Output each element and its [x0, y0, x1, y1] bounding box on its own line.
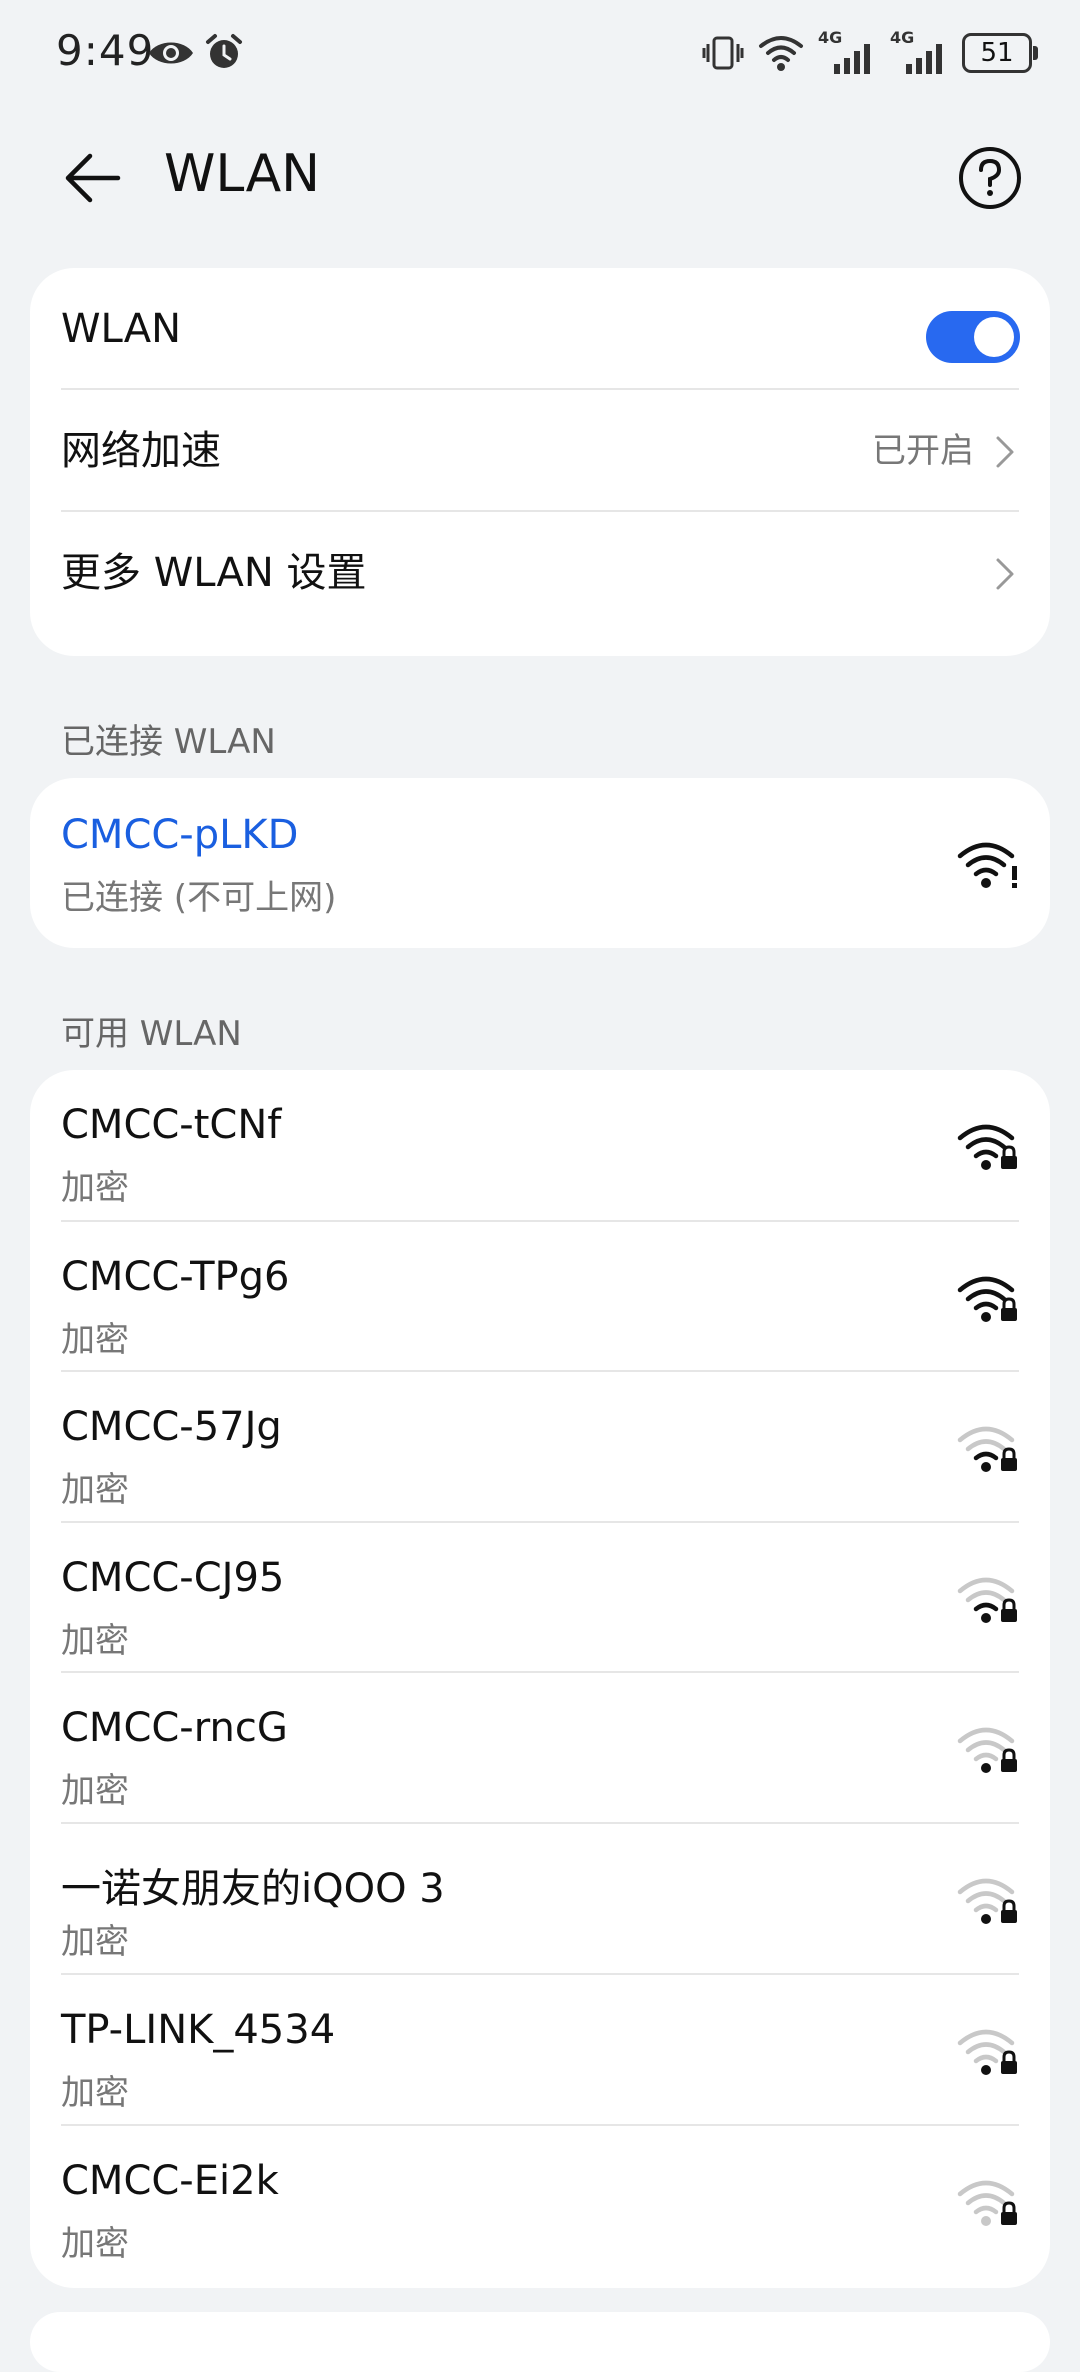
network-security: 加密: [61, 1320, 129, 1360]
wifi-status-icon: [759, 36, 803, 71]
connected-network-name: CMCC-pLKD: [61, 812, 299, 858]
status-time: 9:49: [56, 26, 155, 75]
chevron-right-icon: [996, 436, 1014, 468]
wifi-locked-icon: [957, 1727, 1017, 1773]
wifi-locked-icon: [957, 1577, 1017, 1623]
network-security: 加密: [61, 2224, 129, 2264]
network-security: 加密: [61, 1470, 129, 1510]
available-networks-card: CMCC-tCNf 加密 CMCC-TPg6 加密 CMCC-57Jg 加密 C…: [30, 1070, 1050, 2288]
connected-network-row[interactable]: CMCC-pLKD 已连接 (不可上网): [30, 778, 1050, 948]
network-security: 加密: [61, 1771, 129, 1811]
network-list-item[interactable]: CMCC-rncG 加密: [30, 1673, 1050, 1824]
network-acceleration-row[interactable]: 网络加速 已开启: [30, 390, 1050, 512]
toggle-knob: [974, 317, 1014, 357]
network-acceleration-label: 网络加速: [61, 428, 221, 474]
chevron-right-icon: [996, 558, 1014, 590]
network-name: CMCC-TPg6: [61, 1254, 290, 1300]
arrow-left-icon[interactable]: [56, 140, 132, 216]
cellular-signal-2: 4G: [890, 28, 948, 74]
signal-bars-icon: [906, 44, 942, 74]
network-list-item[interactable]: CMCC-Ei2k 加密: [30, 2126, 1050, 2288]
network-name: CMCC-tCNf: [61, 1102, 282, 1148]
connected-card: CMCC-pLKD 已连接 (不可上网): [30, 778, 1050, 948]
page-title: WLAN: [164, 144, 321, 204]
eye-icon: [149, 42, 193, 64]
help-circle-icon[interactable]: [956, 144, 1024, 212]
network-security: 加密: [61, 1168, 129, 1208]
more-card: [30, 2312, 1050, 2372]
wifi-locked-icon: [957, 2180, 1017, 2226]
network-name: 一诺女朋友的iQOO 3: [61, 1866, 445, 1912]
app-header: WLAN: [0, 130, 1080, 226]
settings-card: WLAN 网络加速 已开启 更多 WLAN 设置: [30, 268, 1050, 656]
more-wlan-settings-row[interactable]: 更多 WLAN 设置: [30, 512, 1050, 634]
wifi-locked-icon: [957, 1878, 1017, 1924]
wifi-warning-icon: [957, 842, 1017, 888]
available-section-title: 可用 WLAN: [61, 1014, 242, 1054]
network-list-item[interactable]: CMCC-TPg6 加密: [30, 1222, 1050, 1372]
network-name: CMCC-rncG: [61, 1705, 288, 1751]
battery-indicator: 51: [962, 33, 1038, 73]
network-security: 加密: [61, 1922, 129, 1962]
connected-section-title: 已连接 WLAN: [61, 722, 276, 762]
signal-bars-icon: [834, 44, 870, 74]
network-list-item[interactable]: CMCC-57Jg 加密: [30, 1372, 1050, 1523]
network-list-item[interactable]: CMCC-CJ95 加密: [30, 1523, 1050, 1673]
wifi-locked-icon: [957, 1426, 1017, 1472]
network-security: 加密: [61, 2073, 129, 2113]
connected-network-status: 已连接 (不可上网): [61, 878, 337, 918]
wifi-locked-icon: [957, 1276, 1017, 1322]
network-list-item[interactable]: CMCC-tCNf 加密: [30, 1070, 1050, 1222]
more-wlan-settings-label: 更多 WLAN 设置: [61, 550, 367, 596]
wifi-locked-icon: [957, 2029, 1017, 2075]
wlan-label: WLAN: [61, 306, 182, 352]
network-name: CMCC-57Jg: [61, 1404, 282, 1450]
wlan-toggle[interactable]: [926, 311, 1020, 363]
network-acceleration-value: 已开启: [872, 431, 974, 471]
wlan-toggle-row[interactable]: WLAN: [30, 268, 1050, 390]
cellular-signal-1: 4G: [818, 28, 876, 74]
network-list-item[interactable]: TP-LINK_4534 加密: [30, 1975, 1050, 2126]
network-security: 加密: [61, 1621, 129, 1661]
network-name: TP-LINK_4534: [61, 2007, 336, 2053]
network-name: CMCC-Ei2k: [61, 2158, 279, 2204]
status-bar: 9:49 4G 4G 51: [0, 0, 1080, 110]
wifi-locked-icon: [957, 1124, 1017, 1170]
network-list-item[interactable]: 一诺女朋友的iQOO 3 加密: [30, 1824, 1050, 1975]
network-name: CMCC-CJ95: [61, 1555, 285, 1601]
vibrate-icon: [702, 36, 744, 70]
alarm-icon: [206, 34, 242, 68]
